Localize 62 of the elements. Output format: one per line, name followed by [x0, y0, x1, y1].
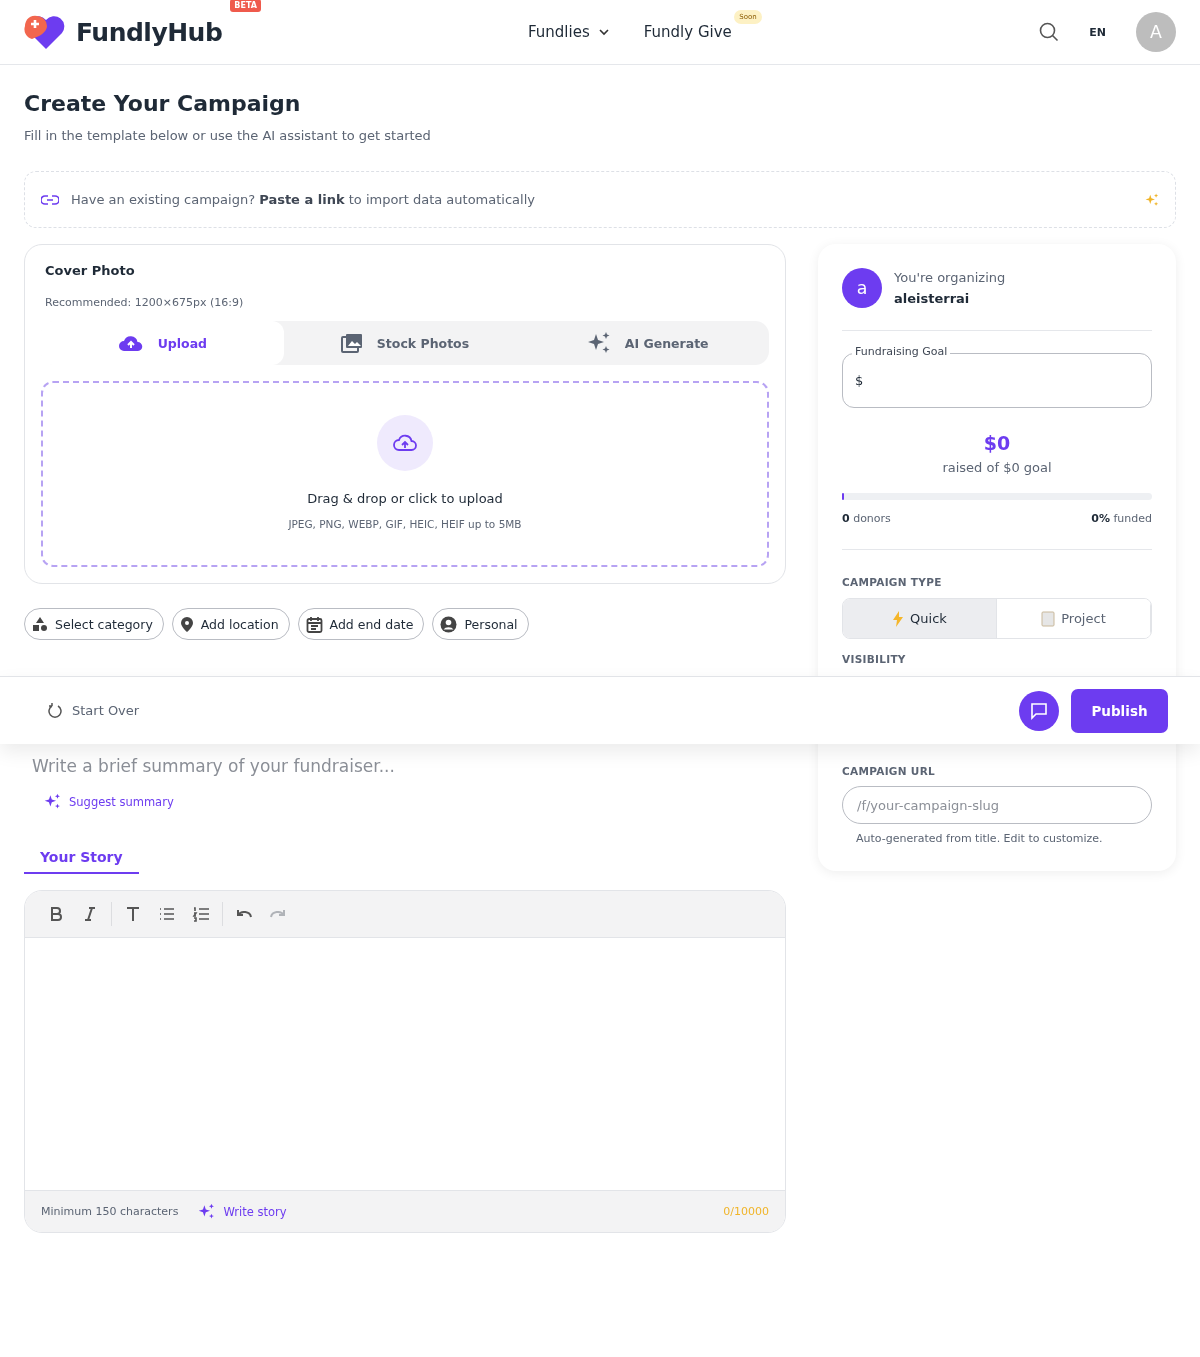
sparkle-icon	[1145, 192, 1159, 207]
chevron-down-icon	[597, 28, 610, 36]
funded-percent: 0% funded	[1091, 512, 1152, 525]
page-subtitle: Fill in the template below or use the AI assistant to get started	[24, 128, 432, 143]
raised-amount: $0	[982, 432, 1012, 454]
numbered-list-icon	[192, 905, 210, 923]
bullet-list-icon	[158, 905, 176, 923]
chat-button[interactable]	[1019, 690, 1059, 731]
user-circle-icon	[440, 615, 458, 633]
calendar-icon	[305, 615, 323, 633]
nav-link[interactable]: Fundlies	[528, 23, 610, 41]
option-chip[interactable]: Select category	[24, 608, 164, 640]
publish-button[interactable]: Publish	[1071, 688, 1168, 733]
option-chip[interactable]: Personal	[432, 608, 529, 640]
clipboard-icon	[1041, 610, 1056, 627]
map-pin-icon	[179, 615, 194, 633]
import-text: Have an existing campaign? Paste a link to import data automatically	[71, 192, 535, 207]
lightning-icon	[892, 610, 905, 627]
dropzone-formats: JPEG, PNG, WEBP, GIF, HEIC, HEIF up to 5MB	[288, 518, 522, 530]
minimum-note: Minimum 150 characters	[41, 1205, 179, 1218]
cloud-upload-icon	[117, 334, 144, 352]
text-icon	[124, 905, 142, 923]
dropzone-title: Drag & drop or click to upload	[307, 491, 503, 506]
suggest-summary-button[interactable]: Suggest summary	[38, 792, 180, 811]
raised-of-goal: raised of $0 goal	[941, 460, 1053, 475]
organizer-avatar: a	[842, 268, 882, 308]
card-title: Cover Photo	[45, 263, 136, 278]
url-hint: Auto-generated from title. Edit to customize.	[856, 832, 1104, 845]
sparkle-icon	[44, 793, 61, 810]
photo-source-tab[interactable]: AI Generate	[526, 321, 769, 365]
goal-label: Fundraising Goal	[852, 345, 951, 358]
beta-badge: BETA	[230, 0, 261, 12]
shapes-icon	[32, 616, 48, 632]
start-over-button[interactable]: Start Over	[42, 702, 146, 719]
chat-bubble-icon	[1030, 701, 1048, 720]
write-story-button[interactable]: Write story	[192, 1202, 293, 1221]
photo-source-tab[interactable]: Upload	[41, 321, 284, 365]
organizer-text: You're organizing aleisterrai	[894, 270, 1006, 306]
brand-name[interactable]: FundlyHub	[76, 17, 223, 47]
sparkle-icon	[198, 1203, 216, 1220]
section-label: CAMPAIGN TYPE	[842, 576, 943, 588]
campaign-type-option[interactable]: Quick	[843, 599, 997, 638]
page-title: Create Your Campaign	[24, 91, 302, 116]
section-label: VISIBILITY	[842, 653, 907, 665]
upload-dropzone[interactable]: Drag & drop or click to upload JPEG, PNG, WEBP, GIF, HEIC, HEIF up to 5MB	[41, 381, 769, 567]
restart-icon	[48, 703, 62, 718]
currency-symbol: $	[855, 373, 864, 388]
language-button[interactable]: EN	[1089, 25, 1106, 39]
donor-count: 0 donors	[842, 512, 891, 525]
images-icon	[340, 333, 363, 353]
photo-source-tab[interactable]: Stock Photos	[283, 321, 527, 365]
section-label: CAMPAIGN URL	[842, 765, 936, 777]
character-counter: 0/10000	[723, 1205, 769, 1218]
size-hint: Recommended: 1200×675px (16:9)	[45, 296, 245, 309]
story-tab[interactable]: Your Story	[24, 849, 139, 874]
option-chip[interactable]: Add end date	[297, 608, 425, 640]
search-icon[interactable]	[1039, 22, 1060, 42]
cloud-upload-icon	[392, 434, 418, 452]
campaign-url-field[interactable]: /f/your-campaign-slug	[842, 786, 1152, 824]
option-chip[interactable]: Add location	[171, 608, 290, 640]
import-link-bar[interactable]: Have an existing campaign? Paste a link to import data automatically	[24, 171, 1176, 228]
link-icon	[41, 194, 59, 205]
